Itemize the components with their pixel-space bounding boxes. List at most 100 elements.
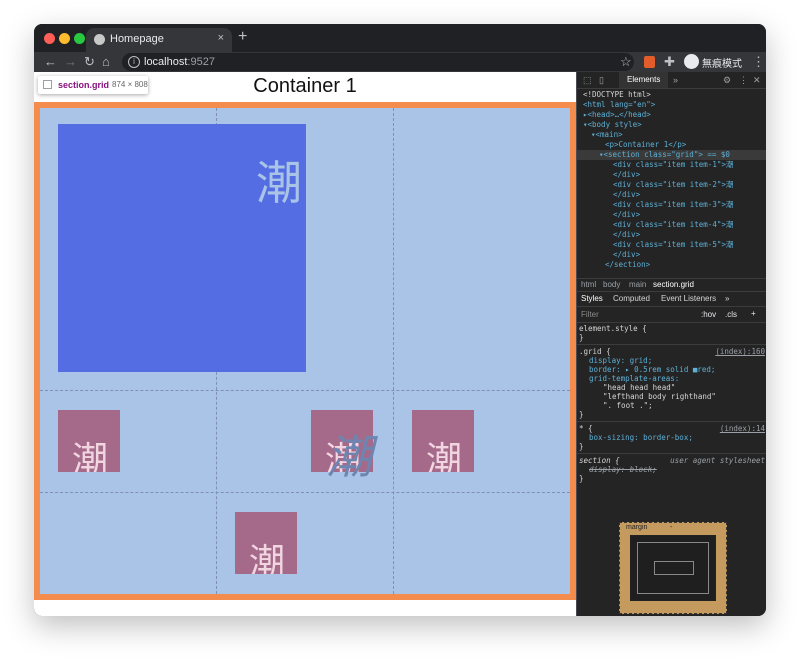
more-subtabs-icon[interactable]: »: [725, 294, 729, 303]
profile-label[interactable]: 無痕模式: [702, 55, 742, 70]
css-property-overridden: display: block;: [589, 465, 657, 474]
css-value-line: "head head head": [603, 383, 676, 392]
forward-icon[interactable]: →: [64, 54, 77, 70]
rule-close: }: [579, 474, 584, 483]
breadcrumb-main[interactable]: main: [629, 280, 646, 289]
rule-divider: [577, 421, 766, 422]
grid-rule-source[interactable]: (index):160: [715, 347, 765, 356]
css-value-line: "lefthand body righthand": [603, 392, 716, 401]
dom-node[interactable]: </div>: [577, 230, 766, 240]
devtools-panel: ⬚ ▯ Elements » ⚙ ⋮ ✕ <!DOCTYPE html> <ht…: [576, 72, 766, 616]
kebab-menu-icon[interactable]: ⋮: [752, 54, 765, 70]
box-model-margin-label: margin: [626, 524, 648, 531]
url-host: localhost: [144, 56, 188, 68]
cls-button[interactable]: .cls: [725, 310, 737, 319]
minimize-window-button[interactable]: [59, 33, 70, 44]
close-tab-icon[interactable]: ×: [218, 32, 224, 44]
device-toolbar-icon[interactable]: ▯: [599, 75, 604, 86]
bookmark-star-icon[interactable]: ☆: [620, 54, 632, 70]
dom-node[interactable]: </div>: [577, 210, 766, 220]
styles-subtabs: Styles Computed Event Listeners »: [577, 292, 766, 307]
dom-node[interactable]: <div class="item item-1">潮: [577, 160, 766, 170]
css-property[interactable]: box-sizing: border-box;: [579, 433, 766, 442]
new-style-rule-button[interactable]: +: [751, 309, 756, 318]
tab-homepage[interactable]: Homepage ×: [86, 28, 232, 52]
rule-divider: [577, 344, 766, 345]
dom-node[interactable]: </div>: [577, 190, 766, 200]
maximize-window-button[interactable]: [74, 33, 85, 44]
box-model-border: [630, 535, 716, 601]
grid-item-2[interactable]: 潮: [58, 410, 120, 472]
dom-node[interactable]: </div>: [577, 250, 766, 260]
breadcrumb-html[interactable]: html: [581, 280, 596, 289]
dom-node[interactable]: <div class="item item-5">潮: [577, 240, 766, 250]
url-text: localhost:9527: [144, 56, 215, 68]
grid-item-4-text: 潮: [426, 439, 463, 473]
reload-icon[interactable]: ↻: [84, 54, 95, 70]
close-window-button[interactable]: [44, 33, 55, 44]
element-style-selector: element.style {: [579, 324, 647, 333]
star-rule-source[interactable]: (index):14: [720, 424, 765, 433]
rule-close: }: [579, 410, 584, 419]
css-property[interactable]: border: ▸ 0.5rem solid ■red;: [579, 365, 766, 374]
dom-node-selected[interactable]: ▾<section class="grid"> == $0: [577, 150, 766, 161]
tab-styles[interactable]: Styles: [581, 294, 603, 303]
dom-node[interactable]: <p>Container 1</p>: [577, 140, 766, 150]
grid-section-highlight[interactable]: 潮 潮 潮 潮 潮 潮: [34, 102, 576, 600]
inspect-tooltip: section.grid 874 × 808: [38, 76, 148, 94]
grid-item-5[interactable]: 潮: [235, 512, 297, 574]
back-icon[interactable]: ←: [44, 54, 57, 70]
user-agent-source: user agent stylesheet: [670, 456, 765, 465]
dom-node[interactable]: <div class="item item-2">潮: [577, 180, 766, 190]
settings-gear-icon[interactable]: ⚙: [723, 75, 731, 86]
css-property[interactable]: grid-template-areas:: [579, 374, 766, 383]
close-devtools-icon[interactable]: ✕: [753, 75, 761, 86]
tab-elements[interactable]: Elements: [619, 72, 669, 88]
grid-item-5-text: 潮: [249, 541, 286, 575]
site-info-icon[interactable]: i: [128, 56, 140, 68]
grid-item-4[interactable]: 潮: [412, 410, 474, 472]
grid-item-1[interactable]: 潮: [58, 124, 306, 372]
breadcrumb-body[interactable]: body: [603, 280, 620, 289]
devtools-toolbar: ⬚ ▯ Elements » ⚙ ⋮ ✕: [577, 72, 766, 89]
overflow-glyph: 潮: [326, 431, 372, 483]
extension-icon[interactable]: [644, 56, 655, 68]
rule-close: }: [579, 442, 584, 451]
grid-item-2-text: 潮: [72, 439, 109, 473]
home-icon[interactable]: ⌂: [102, 54, 110, 70]
box-model-content: [654, 561, 694, 575]
rule-close: }: [579, 333, 584, 342]
box-model-diagram: margin -: [619, 522, 727, 614]
devtools-menu-icon[interactable]: ⋮: [739, 75, 748, 86]
grid-line: [40, 492, 570, 493]
tab-event-listeners[interactable]: Event Listeners: [661, 294, 716, 303]
globe-icon: [94, 34, 105, 45]
puzzle-icon[interactable]: ✚: [664, 54, 675, 70]
breadcrumb: html body main section.grid: [577, 278, 766, 292]
dom-node[interactable]: </section>: [577, 260, 766, 270]
rule-divider: [577, 453, 766, 454]
inspect-element-icon[interactable]: ⬚: [583, 75, 592, 86]
address-bar[interactable]: i localhost:9527: [122, 53, 634, 71]
new-tab-button[interactable]: +: [238, 29, 247, 45]
breadcrumb-section-grid[interactable]: section.grid: [653, 280, 694, 289]
dom-node[interactable]: <!DOCTYPE html>: [577, 90, 766, 100]
hov-button[interactable]: :hov: [701, 310, 716, 319]
dom-node[interactable]: <html lang="en">: [577, 100, 766, 110]
dom-node[interactable]: ▾<main>: [577, 130, 766, 140]
dom-node[interactable]: <div class="item item-3">潮: [577, 200, 766, 210]
grid-item-1-text: 潮: [256, 157, 302, 209]
more-tabs-icon[interactable]: »: [673, 75, 678, 85]
dom-node[interactable]: </div>: [577, 170, 766, 180]
grid-line: [40, 390, 570, 391]
tab-computed[interactable]: Computed: [613, 294, 650, 303]
dom-node[interactable]: <div class="item item-4">潮: [577, 220, 766, 230]
css-property[interactable]: display: grid;: [579, 356, 766, 365]
styles-filter-bar: Filter :hov .cls +: [577, 308, 766, 323]
incognito-avatar-icon[interactable]: [684, 54, 699, 69]
dom-node[interactable]: ▸<head>…</head>: [577, 110, 766, 120]
dom-tree: <!DOCTYPE html> <html lang="en"> ▸<head>…: [577, 90, 766, 278]
dom-node[interactable]: ▾<body style>: [577, 120, 766, 130]
filter-input[interactable]: Filter: [581, 310, 599, 319]
browser-window: Homepage × + ← → ↻ ⌂ i localhost:9527 ☆ …: [34, 24, 766, 616]
